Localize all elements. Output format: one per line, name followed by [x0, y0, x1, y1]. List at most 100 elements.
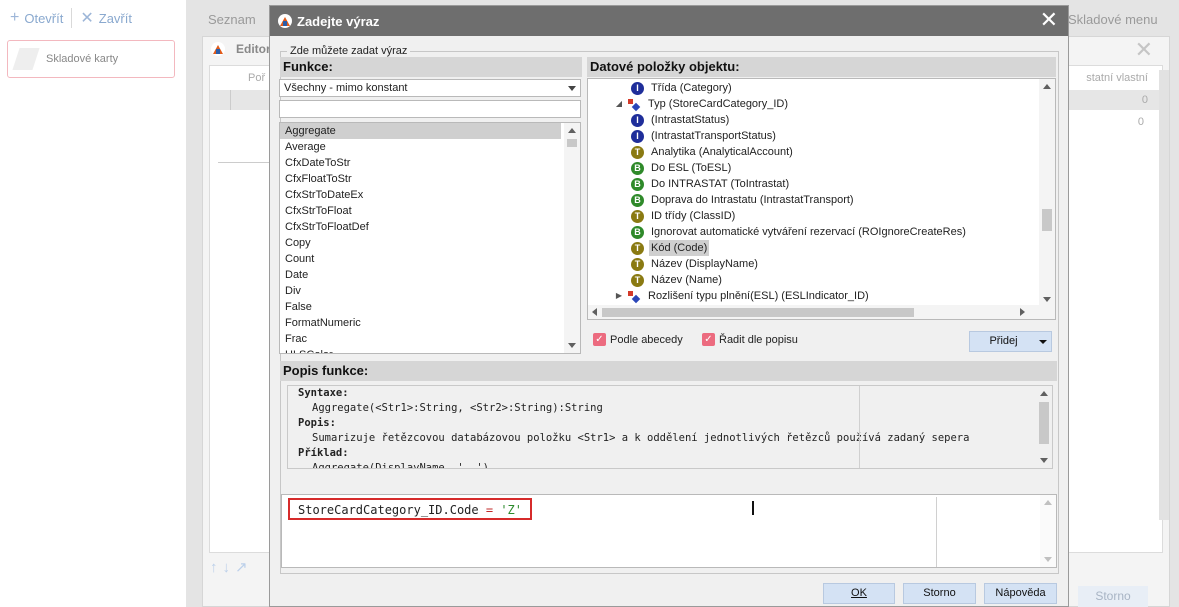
- function-list-item[interactable]: Aggregate: [280, 123, 561, 139]
- function-filter-select[interactable]: Všechny - mimo konstant: [279, 79, 581, 97]
- function-list-item[interactable]: FormatNumeric: [280, 315, 561, 331]
- scroll-down-icon[interactable]: [1040, 458, 1048, 463]
- background-cancel-button[interactable]: Storno: [1078, 586, 1148, 607]
- data-items-tree-scrollbar[interactable]: [1039, 79, 1055, 307]
- scroll-thumb[interactable]: [567, 139, 577, 147]
- sort-by-description-checkbox[interactable]: ✓ Řadit dle popisu: [702, 333, 798, 346]
- ok-button[interactable]: OK: [823, 583, 895, 604]
- background-toolbar: + Otevřít ✕ Zavřít: [0, 0, 186, 36]
- functions-list[interactable]: Aggregate Average CfxDateToStr CfxFloatToSt…: [279, 122, 581, 354]
- expression-text[interactable]: StoreCardCategory_ID.Code = 'Z': [288, 498, 533, 520]
- function-list-item[interactable]: Div: [280, 283, 561, 299]
- cancel-button[interactable]: Storno: [903, 583, 976, 604]
- boolean-type-icon: B: [631, 177, 644, 191]
- data-item-row[interactable]: T ID třídy (ClassID): [631, 208, 737, 224]
- function-list-item[interactable]: Count: [280, 251, 561, 267]
- data-item-label: ID třídy (ClassID): [651, 210, 736, 222]
- data-item-row[interactable]: B Ignorovat automatické vytváření rezerva…: [631, 224, 968, 240]
- scroll-up-icon[interactable]: [1044, 500, 1052, 505]
- function-search-input[interactable]: [279, 100, 581, 118]
- data-item-row[interactable]: T Název (DisplayName): [631, 256, 760, 272]
- open-button[interactable]: + Otevřít: [10, 9, 63, 27]
- function-list-item[interactable]: Average: [280, 139, 561, 155]
- data-item-row[interactable]: I (IntrastatStatus): [631, 112, 731, 128]
- data-items-header: Datové položky objektu:: [587, 57, 1056, 77]
- data-items-tree[interactable]: I Třída (Category) ◢ Typ (StoreCardCategory…: [587, 78, 1056, 320]
- dialog-titlebar[interactable]: Zadejte výraz ✕: [270, 6, 1068, 36]
- data-item-label: Třída (Category): [651, 82, 732, 94]
- data-item-row[interactable]: B Do INTRASTAT (ToIntrastat): [631, 176, 791, 192]
- background-scrollbar[interactable]: [1159, 70, 1169, 520]
- scroll-thumb[interactable]: [1039, 402, 1049, 444]
- data-item-label: Název (DisplayName): [651, 258, 758, 270]
- scroll-up-icon[interactable]: [568, 128, 576, 133]
- data-item-row[interactable]: I (IntrastatTransportStatus): [631, 128, 778, 144]
- scroll-down-icon[interactable]: [1044, 557, 1052, 562]
- function-list-item[interactable]: CfxStrToDateEx: [280, 187, 561, 203]
- boolean-type-icon: B: [631, 193, 644, 207]
- function-list-item[interactable]: False: [280, 299, 561, 315]
- checkmark-icon: ✓: [702, 333, 715, 346]
- background-left-panel: + Otevřít ✕ Zavřít Skladové karty: [0, 0, 186, 607]
- function-list-item[interactable]: CfxStrToFloat: [280, 203, 561, 219]
- close-icon: ✕: [80, 10, 94, 27]
- scroll-down-icon[interactable]: [1043, 297, 1051, 302]
- description-text: Aggregate(<Str1>:String, <Str2>:String):…: [312, 402, 603, 414]
- tab-store-menu[interactable]: Skladové menu: [1068, 12, 1158, 27]
- functions-header: Funkce:: [280, 57, 582, 77]
- scroll-left-icon[interactable]: [592, 308, 597, 316]
- boolean-type-icon: B: [631, 225, 644, 239]
- data-item-row[interactable]: I Třída (Category): [631, 80, 734, 96]
- dialog-close-icon[interactable]: ✕: [1040, 8, 1058, 32]
- data-item-row[interactable]: T Analytika (AnalyticalAccount): [631, 144, 795, 160]
- toolbar-separator: [71, 8, 73, 28]
- data-items-tree-hscrollbar[interactable]: [588, 305, 1055, 319]
- data-item-label: (IntrastatStatus): [651, 114, 730, 126]
- scroll-thumb[interactable]: [1042, 209, 1052, 231]
- checkmark-icon: ✓: [593, 333, 606, 346]
- data-item-label: Ignorovat automatické vytváření rezervac…: [651, 226, 966, 238]
- expression-scrollbar[interactable]: [1040, 495, 1056, 567]
- function-list-item[interactable]: Date: [280, 267, 561, 283]
- background-editor-close-icon[interactable]: ✕: [1135, 37, 1153, 63]
- help-button[interactable]: Nápověda: [984, 583, 1057, 604]
- function-list-item[interactable]: CfxStrToFloatDef: [280, 219, 561, 235]
- background-column-header: Poř: [248, 72, 266, 84]
- function-list-item[interactable]: Frac: [280, 331, 561, 347]
- description-heading: Příklad:: [298, 447, 349, 459]
- data-item-row[interactable]: ◢ Typ (StoreCardCategory_ID): [614, 96, 790, 112]
- description-scrollbar[interactable]: [1036, 386, 1052, 468]
- scroll-thumb[interactable]: [602, 308, 914, 317]
- background-move-arrows[interactable]: ↑↓↗: [210, 558, 253, 576]
- text-type-icon: T: [631, 209, 644, 223]
- data-item-label: Rozlišení typu plnění(ESL) (ESLIndicator…: [648, 290, 869, 302]
- scroll-up-icon[interactable]: [1040, 391, 1048, 396]
- expression-editor[interactable]: StoreCardCategory_ID.Code = 'Z': [281, 494, 1057, 568]
- chevron-down-icon: [568, 86, 576, 91]
- text-type-icon: T: [631, 145, 644, 159]
- function-list-item[interactable]: HLSColor: [280, 347, 561, 353]
- add-button[interactable]: Přidej: [969, 331, 1052, 352]
- function-list-item[interactable]: CfxFloatToStr: [280, 171, 561, 187]
- text-type-icon: T: [631, 241, 644, 255]
- functions-list-scrollbar[interactable]: [564, 123, 580, 353]
- function-list-item[interactable]: Copy: [280, 235, 561, 251]
- scroll-down-icon[interactable]: [568, 343, 576, 348]
- sort-alphabetically-checkbox[interactable]: ✓ Podle abecedy: [593, 333, 683, 346]
- data-item-row[interactable]: ▶ Rozlišení typu plnění(ESL) (ESLIndicato…: [614, 288, 871, 304]
- collapse-icon[interactable]: ◢: [614, 96, 624, 112]
- close-button[interactable]: ✕ Zavřít: [80, 8, 132, 28]
- data-item-label: Do ESL (ToESL): [651, 162, 732, 174]
- store-cards-tile[interactable]: Skladové karty: [7, 40, 175, 78]
- tab-list[interactable]: Seznam: [200, 6, 264, 33]
- data-item-row[interactable]: T Kód (Code): [631, 240, 710, 256]
- chevron-down-icon[interactable]: [1039, 340, 1047, 344]
- scroll-right-icon[interactable]: [1020, 308, 1025, 316]
- expand-icon[interactable]: ▶: [614, 288, 624, 304]
- scroll-up-icon[interactable]: [1043, 84, 1051, 89]
- function-list-item[interactable]: CfxDateToStr: [280, 155, 561, 171]
- data-item-row[interactable]: B Doprava do Intrastatu (IntrastatTranspo…: [631, 192, 856, 208]
- data-item-row[interactable]: T Název (Name): [631, 272, 724, 288]
- data-item-row[interactable]: B Do ESL (ToESL): [631, 160, 733, 176]
- background-tabs: Seznam: [200, 6, 274, 33]
